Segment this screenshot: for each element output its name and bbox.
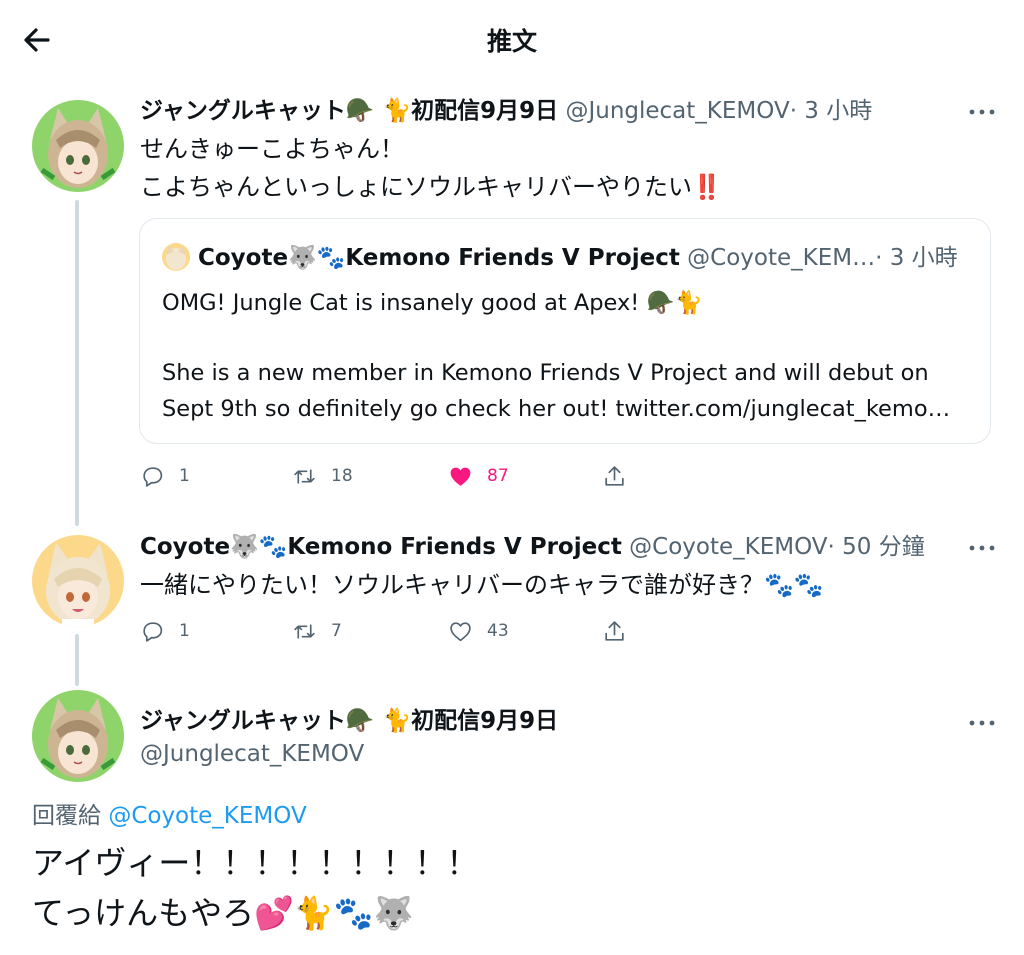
tweet-actions: 1 18 87 (140, 460, 660, 492)
display-name[interactable]: Coyote🐺🐾Kemono Friends V Project (140, 534, 622, 560)
quote-text-line: She is a new member in Kemono Friends V … (162, 360, 929, 386)
quote-timestamp: · 3 小時 (875, 245, 958, 271)
reply-prefix: 回覆給 (32, 803, 101, 829)
main-tweet-name: ジャングルキャット🪖 🐈初配信9月9日 (140, 706, 558, 736)
reply-mention-link[interactable]: @Coyote_KEMOV (108, 803, 306, 829)
tweet-text-line: 一緒にやりたい！ソウルキャリバーのキャラで誰が好き？🐾🐾 (140, 571, 824, 599)
tweet-text: せんきゅーこよちゃん！ こよちゃんといっしょにソウルキャリバーやりたい‼️ (140, 130, 722, 206)
more-options-icon[interactable] (962, 97, 1002, 127)
quote-avatar-coyote (162, 243, 190, 271)
main-tweet-text-line: てっけんもやろ💕🐈🐾🐺 (32, 894, 414, 932)
share-icon (605, 465, 624, 486)
reply-button[interactable]: 1 (140, 615, 190, 647)
retweet-button[interactable]: 18 (292, 460, 353, 492)
heart-outline-icon (450, 621, 471, 641)
retweet-icon (294, 468, 315, 484)
display-name[interactable]: ジャングルキャット🪖 🐈初配信9月9日 (140, 708, 558, 734)
like-button[interactable]: 87 (448, 460, 509, 492)
quote-header: Coyote🐺🐾Kemono Friends V Project @Coyote… (162, 243, 958, 273)
quote-handle: @Coyote_KEM… (687, 245, 876, 271)
tweet-header: ジャングルキャット🪖 🐈初配信9月9日 @Junglecat_KEMOV· 3 … (140, 96, 872, 126)
more-options-icon[interactable] (962, 533, 1002, 563)
timestamp[interactable]: · 3 小時 (790, 98, 873, 124)
reply-count: 1 (179, 466, 190, 486)
page-title: 推文 (486, 27, 537, 56)
retweet-count: 18 (331, 466, 353, 486)
thread-line (75, 200, 79, 526)
user-handle[interactable]: @Coyote_KEMOV (629, 534, 827, 560)
reply-context: 回覆給 @Coyote_KEMOV (32, 796, 307, 830)
tweet-text: 一緒にやりたい！ソウルキャリバーのキャラで誰が好き？🐾🐾 (140, 566, 824, 604)
user-handle[interactable]: @Junglecat_KEMOV (140, 741, 364, 767)
avatar-junglecat[interactable] (32, 690, 124, 782)
display-name[interactable]: ジャングルキャット🪖 🐈初配信9月9日 (140, 98, 558, 124)
quoted-tweet-card[interactable]: Coyote🐺🐾Kemono Friends V Project @Coyote… (139, 218, 991, 444)
main-tweet-text-line: アイヴィー！！！！！！！！！ (32, 844, 479, 882)
reply-icon (143, 466, 163, 487)
reply-icon (143, 621, 163, 642)
reply-button[interactable]: 1 (140, 460, 190, 492)
tweet-actions: 1 7 43 (140, 615, 660, 647)
tweet-text-line: せんきゅーこよちゃん！ (140, 135, 404, 163)
share-button[interactable] (602, 460, 627, 492)
avatar-junglecat[interactable] (32, 100, 124, 192)
like-button[interactable]: 43 (448, 615, 509, 647)
thread-line (75, 634, 79, 686)
quote-display-name: Coyote🐺🐾Kemono Friends V Project (198, 245, 680, 271)
tweet-header: Coyote🐺🐾Kemono Friends V Project @Coyote… (140, 532, 925, 562)
quote-text: OMG! Jungle Cat is insanely good at Apex… (162, 285, 950, 427)
retweet-count: 7 (331, 621, 342, 641)
reply-count: 1 (179, 621, 190, 641)
top-bar: 推文 (0, 0, 1024, 80)
retweet-button[interactable]: 7 (292, 615, 342, 647)
retweet-icon (294, 623, 315, 639)
avatar-coyote[interactable] (32, 535, 124, 627)
like-count: 43 (487, 621, 509, 641)
like-count: 87 (487, 466, 509, 486)
main-tweet-text: アイヴィー！！！！！！！！！ てっけんもやろ💕🐈🐾🐺 (32, 838, 478, 938)
quote-text-line: Sept 9th so definitely go check her out!… (162, 396, 951, 422)
more-options-icon[interactable] (962, 708, 1002, 738)
main-tweet-handle-line: @Junglecat_KEMOV (140, 739, 364, 769)
share-icon (605, 620, 624, 641)
share-button[interactable] (602, 615, 627, 647)
quote-text-line: OMG! Jungle Cat is insanely good at Apex… (162, 290, 703, 316)
timestamp[interactable]: · 50 分鐘 (828, 534, 925, 560)
tweet-text-line: こよちゃんといっしょにソウルキャリバーやりたい‼️ (140, 173, 722, 201)
user-handle[interactable]: @Junglecat_KEMOV (565, 98, 789, 124)
heart-filled-icon (450, 467, 471, 486)
